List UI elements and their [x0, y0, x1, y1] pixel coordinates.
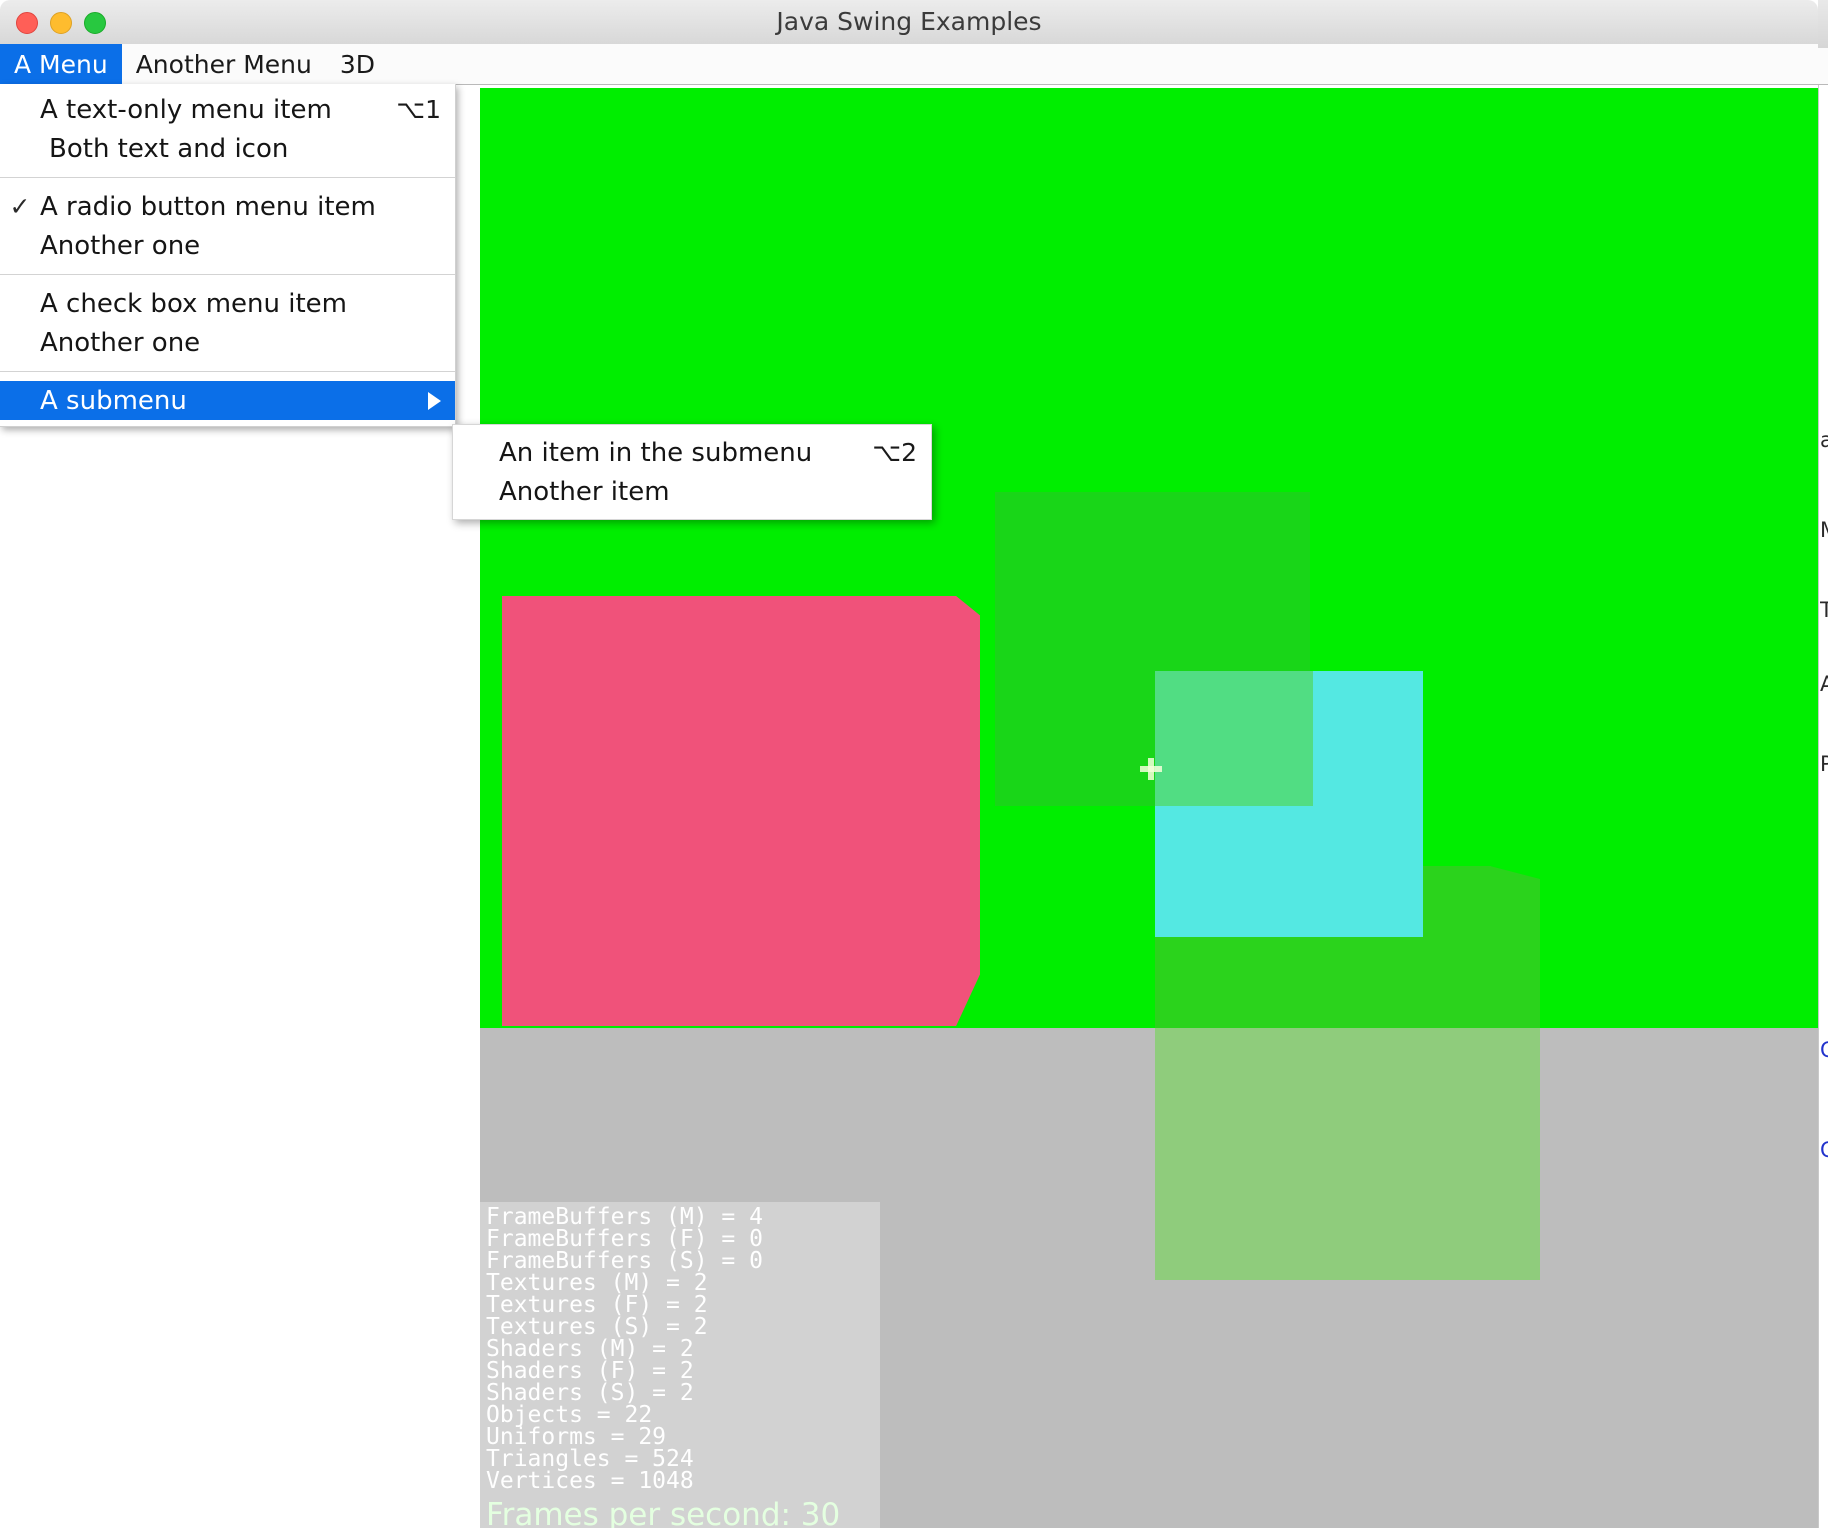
chevron-right-icon: [428, 391, 441, 410]
menu-item-label: A radio button menu item: [40, 191, 376, 222]
menu-bar: A Menu Another Menu 3D: [0, 44, 1818, 85]
background-text-sliver: C: [1820, 1138, 1828, 1162]
stat-line: Uniforms = 29: [486, 1424, 667, 1450]
menu-item-text-only[interactable]: A text-only menu item ⌥1: [0, 90, 455, 129]
background-window-toolbar: [1818, 48, 1828, 85]
background-text-sliver: P: [1820, 752, 1828, 776]
submenu-popup: An item in the submenu ⌥2 Another item: [452, 424, 932, 520]
stat-line: Shaders (S) = 2: [486, 1380, 694, 1406]
menu-item-both-text-and-icon[interactable]: Both text and icon: [0, 129, 455, 168]
menu-item-check-box[interactable]: A check box menu item: [0, 284, 455, 323]
menu-separator: [0, 274, 455, 275]
menu-item-radio-another-one[interactable]: Another one: [0, 226, 455, 265]
submenu-item-an-item[interactable]: An item in the submenu ⌥2: [453, 433, 931, 472]
window-title: Java Swing Examples: [776, 7, 1042, 36]
menu-item-label: A check box menu item: [40, 288, 347, 319]
menu-item-check-another-one[interactable]: Another one: [0, 323, 455, 362]
menubar-item-another-menu[interactable]: Another Menu: [122, 44, 326, 84]
stat-line: Textures (F) = 2: [486, 1292, 708, 1318]
background-text-sliver: A: [1820, 672, 1828, 696]
menu-item-label: A submenu: [40, 385, 187, 416]
shape-pink-beveled-square: [502, 596, 980, 1026]
background-text-sliver: T: [1820, 598, 1828, 622]
background-window-titlebar: [1818, 0, 1828, 49]
menubar-item-3d[interactable]: 3D: [326, 44, 389, 84]
menu-separator: [0, 177, 455, 178]
stat-line: FrameBuffers (M) = 4: [486, 1204, 763, 1230]
menu-dropdown-a-menu: A text-only menu item ⌥1 Both text and i…: [0, 84, 456, 427]
menu-item-radio-button[interactable]: ✓ A radio button menu item: [0, 187, 455, 226]
background-text-sliver: a: [1820, 428, 1828, 452]
stat-line: Textures (M) = 2: [486, 1270, 708, 1296]
menu-item-a-submenu[interactable]: A submenu: [0, 381, 455, 420]
stat-line: Objects = 22: [486, 1402, 653, 1428]
fps-counter: Frames per second: 30: [486, 1497, 841, 1528]
checkmark-icon: ✓: [9, 192, 31, 221]
main-window: Java Swing Examples A Menu Another Menu …: [0, 0, 1818, 1528]
menu-item-label: Another one: [40, 327, 201, 358]
3d-canvas[interactable]: FrameBuffers (M) = 4 FrameBuffers (F) = …: [480, 88, 1818, 1528]
stat-line: Shaders (F) = 2: [486, 1358, 694, 1384]
stat-line: Shaders (M) = 2: [486, 1336, 694, 1362]
menu-item-label: Both text and icon: [49, 133, 289, 164]
stat-line: Vertices = 1048: [486, 1468, 694, 1494]
menu-item-accelerator: ⌥1: [396, 95, 441, 124]
submenu-item-another-item[interactable]: Another item: [453, 472, 931, 511]
menu-item-label: A text-only menu item: [40, 94, 332, 125]
stat-line: FrameBuffers (S) = 0: [486, 1248, 763, 1274]
stat-line: Textures (S) = 2: [486, 1314, 708, 1340]
stats-overlay: FrameBuffers (M) = 4 FrameBuffers (F) = …: [480, 1202, 880, 1528]
submenu-item-label: An item in the submenu: [499, 437, 813, 468]
submenu-item-accelerator: ⌥2: [872, 438, 917, 467]
background-text-sliver: C: [1820, 1038, 1828, 1062]
menu-separator: [0, 371, 455, 372]
window-titlebar[interactable]: Java Swing Examples: [0, 0, 1818, 45]
background-text-sliver: M: [1820, 518, 1828, 542]
shape-green-cyan-overlap: [1155, 671, 1313, 806]
menubar-item-a-menu[interactable]: A Menu: [0, 44, 122, 84]
menu-item-label: Another one: [40, 230, 201, 261]
crosshair-icon: [1140, 758, 1162, 780]
stat-line: FrameBuffers (F) = 0: [486, 1226, 763, 1252]
submenu-item-label: Another item: [499, 476, 670, 507]
stat-line: Triangles = 524: [486, 1446, 694, 1472]
